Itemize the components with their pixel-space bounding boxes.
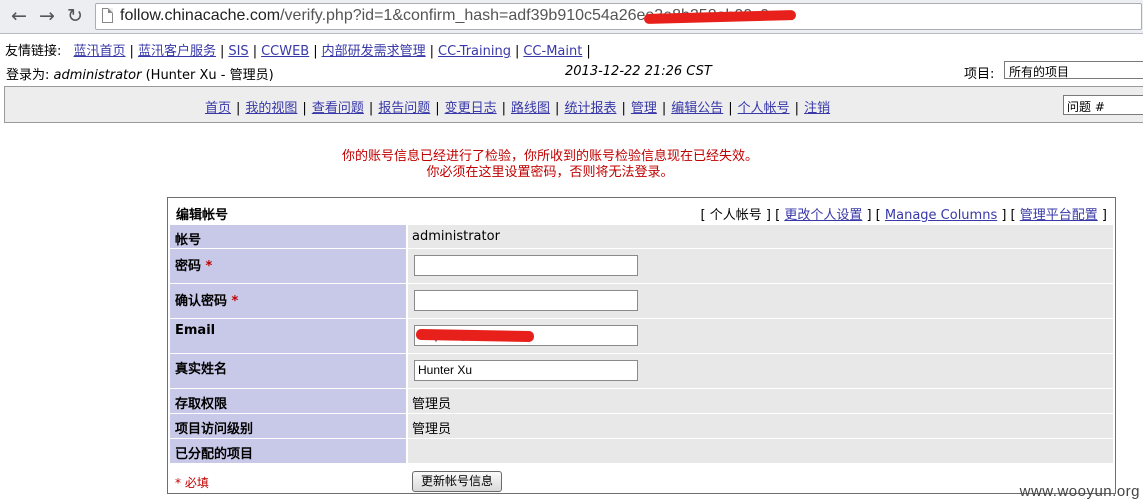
menu-changelog[interactable]: 变更日志	[445, 101, 497, 116]
menu-roadmap[interactable]: 路线图	[511, 101, 550, 116]
verify-message-line2: 你必须在这里设置密码，否则将无法登录。	[426, 165, 674, 180]
main-menu: 首页 | 我的视图 | 查看问题 | 报告问题 | 变更日志 | 路线图 | 统计报表 | 管理 | 编辑公告 |…	[205, 101, 831, 116]
row-email: Email xhq520@	[170, 319, 1113, 353]
project-access-value: 管理员	[408, 414, 1113, 438]
access-level-label: 存取权限	[170, 389, 406, 413]
email-cell: xhq520@	[408, 319, 1113, 353]
browser-toolbar: ← → ↻ follow.chinacache.com/verify.php?i…	[0, 0, 1143, 34]
row-account: 帐号 administrator	[170, 225, 1113, 248]
back-arrow-icon[interactable]: ←	[8, 5, 30, 27]
access-level-value: 管理员	[408, 389, 1113, 413]
menu-report-issue[interactable]: 报告问题	[378, 101, 430, 116]
watermark-text: www.wooyun.org	[1019, 483, 1140, 500]
email-label: Email	[170, 319, 406, 353]
edit-account-form: 编辑帐号 [ 个人帐号 ] [ 更改个人设置 ] [ Manage Column…	[167, 197, 1116, 494]
link-internal-requirements[interactable]: 内部研发需求管理	[322, 44, 426, 59]
form-header: 编辑帐号 [ 个人帐号 ] [ 更改个人设置 ] [ Manage Column…	[170, 198, 1113, 224]
project-label: 项目:	[964, 67, 995, 82]
address-bar[interactable]: follow.chinacache.com/verify.php?id=1&co…	[95, 3, 1142, 30]
project-selector: 项目: 所有的项目	[964, 61, 1143, 82]
row-access-level: 存取权限 管理员	[170, 389, 1113, 413]
update-account-button[interactable]: 更新帐号信息	[412, 471, 503, 492]
password-label: 密码	[175, 259, 202, 274]
email-redaction-mark	[415, 328, 535, 343]
password-cell	[408, 249, 1113, 283]
required-star: *	[231, 294, 239, 309]
link-lanxun-home[interactable]: 蓝汛首页	[74, 44, 126, 59]
platform-config-link[interactable]: 管理平台配置	[1020, 208, 1098, 223]
reload-icon[interactable]: ↻	[64, 5, 86, 27]
confirm-password-label: 确认密码	[175, 294, 228, 309]
form-title: 编辑帐号	[176, 208, 229, 223]
realname-label: 真实姓名	[170, 354, 406, 388]
project-dropdown[interactable]: 所有的项目	[1004, 61, 1143, 79]
login-info: 登录为: administrator (Hunter Xu - 管理员)	[6, 64, 274, 83]
link-cc-maint[interactable]: CC-Maint	[523, 44, 582, 59]
project-access-label: 项目访问级别	[170, 414, 406, 438]
realname-cell: Hunter Xu	[408, 354, 1113, 388]
assigned-projects-label: 已分配的项目	[170, 439, 406, 463]
manage-columns-link[interactable]: Manage Columns	[885, 208, 997, 223]
form-header-links: [ 个人帐号 ] [ 更改个人设置 ] [ Manage Columns ] […	[700, 208, 1107, 223]
url-host: follow.chinacache.com	[120, 7, 281, 24]
account-label: 帐号	[170, 225, 406, 248]
confirm-label-cell: 确认密码 *	[170, 284, 406, 318]
required-star: *	[205, 259, 213, 274]
link-lanxun-customer-service[interactable]: 蓝汛客户服务	[138, 44, 216, 59]
current-account-label: 个人帐号	[709, 208, 762, 223]
row-realname: 真实姓名 Hunter Xu	[170, 354, 1113, 388]
menu-my-account[interactable]: 个人帐号	[738, 101, 790, 116]
menu-logout[interactable]: 注销	[804, 101, 830, 116]
main-menu-bar: 首页 | 我的视图 | 查看问题 | 报告问题 | 变更日志 | 路线图 | 统计报表 | 管理 | 编辑公告 |…	[4, 86, 1143, 123]
issue-number-input[interactable]: 问题 #	[1063, 95, 1143, 115]
required-note: * 必填	[175, 476, 209, 490]
menu-summary[interactable]: 统计报表	[564, 101, 616, 116]
row-confirm-password: 确认密码 *	[170, 284, 1113, 318]
login-username: administrator	[53, 68, 142, 83]
url-path: /verify.php?id=1&confirm_hash=adf39b910c…	[280, 7, 637, 24]
link-cc-training[interactable]: CC-Training	[438, 44, 511, 59]
menu-manage[interactable]: 管理	[631, 101, 657, 116]
menu-my-view[interactable]: 我的视图	[245, 101, 297, 116]
menu-edit-news[interactable]: 编辑公告	[671, 101, 723, 116]
confirm-password-input[interactable]	[414, 290, 638, 311]
current-datetime: 2013-12-22 21:26 CST	[565, 64, 712, 79]
forward-arrow-icon[interactable]: →	[36, 5, 58, 27]
menu-home[interactable]: 首页	[205, 101, 231, 116]
friend-links-label: 友情链接:	[5, 44, 62, 59]
login-role: (Hunter Xu - 管理员)	[145, 68, 274, 83]
link-sis[interactable]: SIS	[228, 44, 248, 59]
row-password: 密码 *	[170, 249, 1113, 283]
friend-links: 友情链接: 蓝汛首页 | 蓝汛客户服务 | SIS | CCWEB | 内部研发需求管理 | CC-…	[5, 44, 591, 59]
page-icon	[102, 8, 113, 23]
login-prefix: 登录为:	[6, 68, 50, 83]
password-input[interactable]	[414, 255, 638, 276]
realname-input[interactable]: Hunter Xu	[414, 360, 638, 381]
account-value: administrator	[408, 225, 1113, 248]
password-label-cell: 密码 *	[170, 249, 406, 283]
confirm-password-cell	[408, 284, 1113, 318]
row-assigned-projects: 已分配的项目	[170, 439, 1113, 463]
row-project-access-level: 项目访问级别 管理员	[170, 414, 1113, 438]
change-prefs-link[interactable]: 更改个人设置	[784, 208, 862, 223]
assigned-projects-value	[408, 439, 1113, 463]
link-ccweb[interactable]: CCWEB	[261, 44, 309, 59]
menu-view-issues[interactable]: 查看问题	[312, 101, 364, 116]
